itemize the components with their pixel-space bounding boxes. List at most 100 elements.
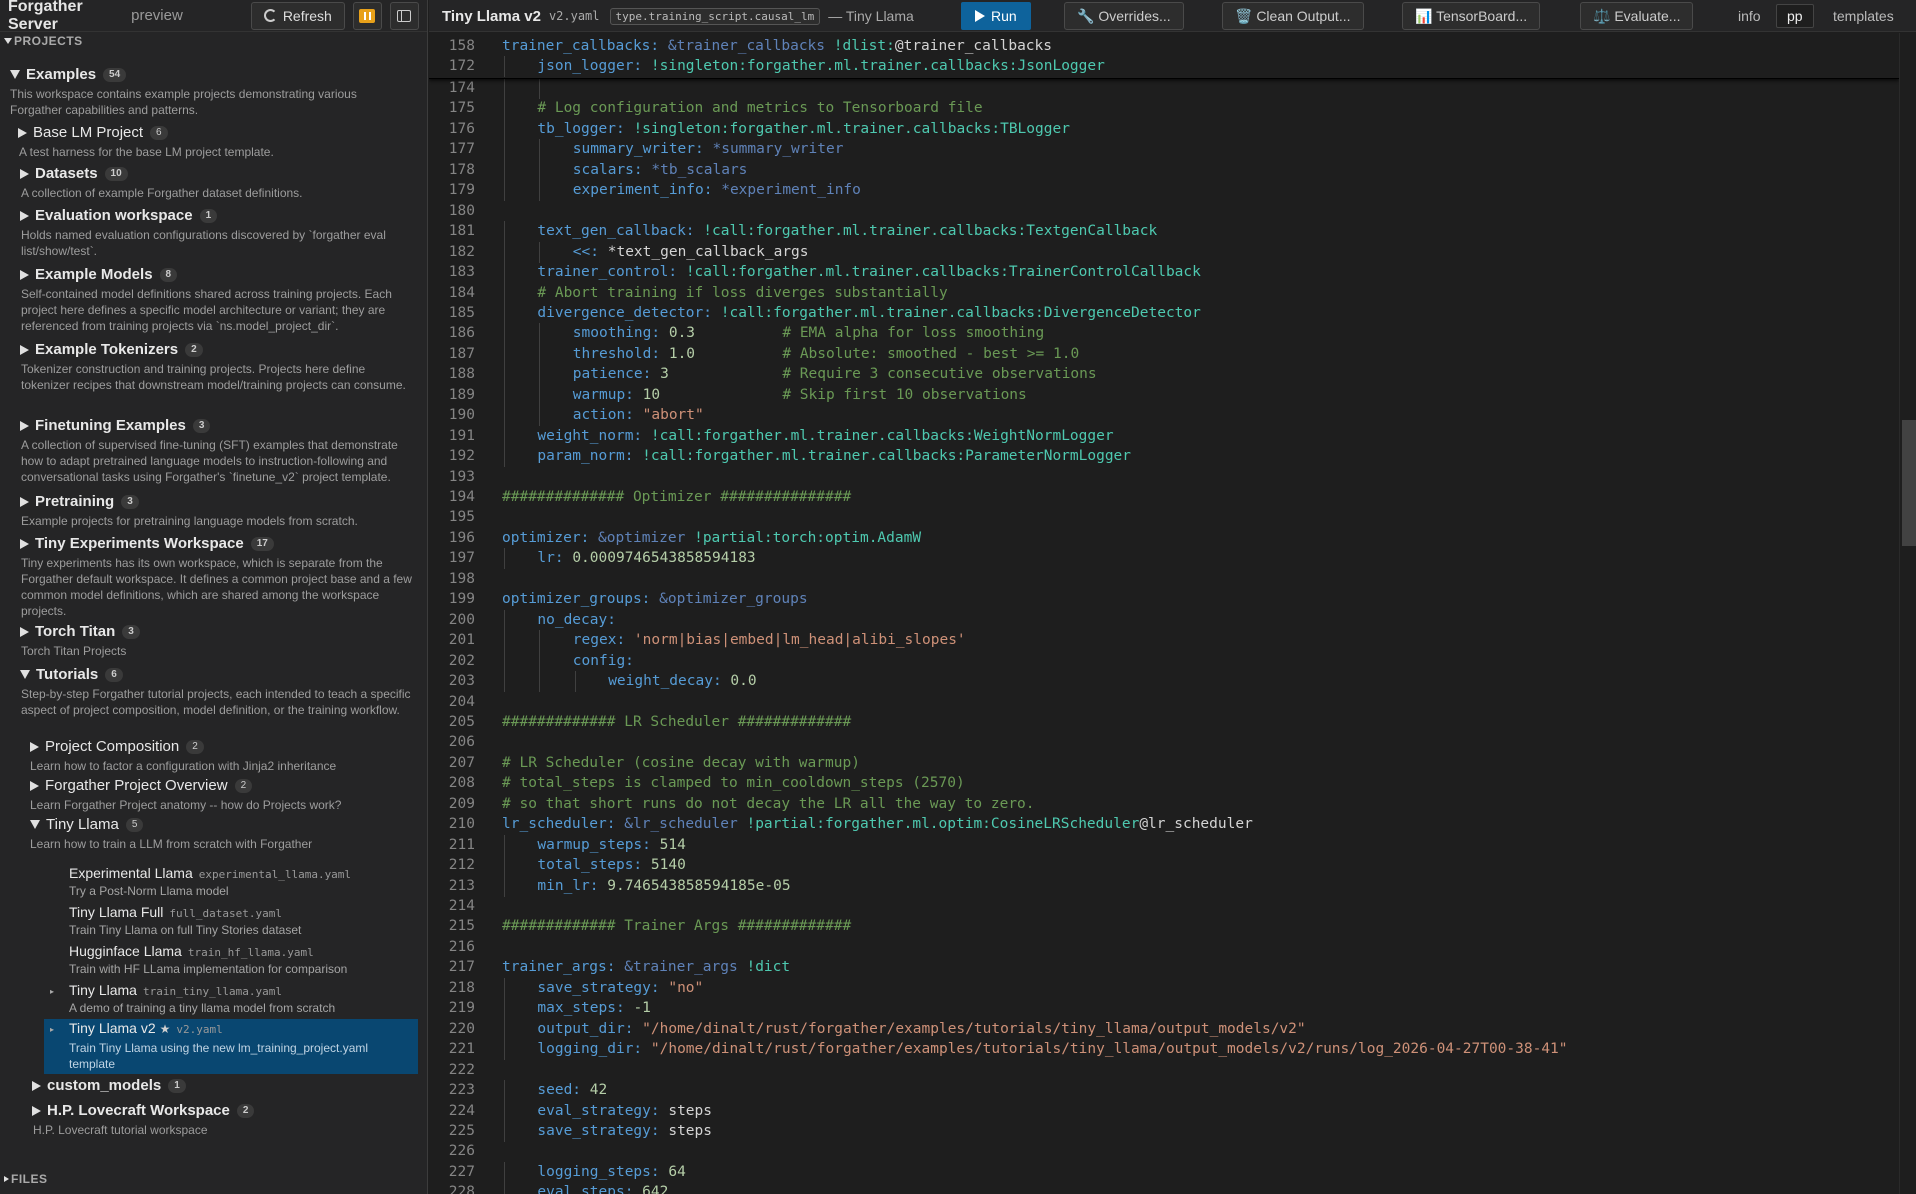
count-badge: 2	[185, 342, 203, 357]
tab-templates[interactable]: templates	[1833, 8, 1894, 24]
toggle-sidebar-button[interactable]	[389, 1, 419, 30]
code-token: &lr_scheduler	[624, 816, 738, 833]
code-editor[interactable]: 158 trainer_callbacks: &trainer_callbacks…	[429, 33, 1899, 1194]
code-token: *experiment_info	[721, 182, 861, 199]
code-text: logging_steps: 64	[537, 1162, 685, 1182]
expand-icon	[20, 538, 29, 549]
code-token: max_steps:	[537, 1000, 625, 1017]
code-text: action: "abort"	[573, 405, 704, 425]
evaluate-button[interactable]: ⚖️ Evaluate...	[1580, 2, 1694, 30]
code-token: warmup_steps:	[537, 836, 651, 853]
code-text: total_steps: 5140	[537, 855, 685, 875]
tab-pp-wrap: pp	[1776, 0, 1814, 32]
tab-info[interactable]: info	[1738, 8, 1761, 24]
line-number: 198	[448, 570, 475, 587]
code-token: steps	[659, 1122, 712, 1139]
line-number: 218	[448, 979, 475, 996]
overrides-button[interactable]: 🔧 Overrides...	[1064, 2, 1184, 30]
clean-output-button[interactable]: 🗑️ Clean Output...	[1222, 2, 1364, 30]
code-token: 0.3	[668, 325, 696, 342]
tree-node-datasets[interactable]: Datasets 10	[20, 165, 128, 182]
project-item-tiny-llama-v2[interactable]: Tiny Llama v2 ★ v2.yaml	[69, 1020, 223, 1038]
code-token: 64	[668, 1163, 686, 1180]
line-number: 176	[448, 120, 475, 137]
tree-node-example-tokenizers[interactable]: Example Tokenizers 2	[20, 341, 203, 358]
project-file: full_dataset.yaml	[169, 907, 282, 920]
indent-guide	[504, 364, 505, 386]
code-token: !call:forgather.ml.trainer.callbacks:Tra…	[685, 264, 1201, 281]
files-section-header[interactable]: FILES	[4, 1172, 48, 1186]
code-text: no_decay:	[537, 610, 616, 630]
code-text: trainer_args: &trainer_args !dict	[502, 957, 790, 977]
tab-pp[interactable]: pp	[1776, 4, 1814, 28]
node-label: Forgather Project Overview	[45, 777, 228, 794]
line-number: 199	[448, 591, 475, 608]
editor-scrollbar[interactable]	[1899, 33, 1916, 1194]
indent-guide	[504, 262, 505, 284]
pause-button[interactable]	[352, 1, 382, 30]
code-text: weight_decay: 0.0	[608, 671, 756, 691]
code-token: 0.0009746543858594183	[572, 550, 756, 567]
code-token: logging_dir:	[537, 1041, 643, 1058]
line-number: 172	[448, 58, 475, 75]
code-token: !singleton:forgather.ml.trainer.callback…	[633, 120, 1070, 137]
node-label: Torch Titan	[35, 623, 116, 640]
tree-node-custom-models[interactable]: custom_models 1	[32, 1077, 186, 1094]
project-item-hf-llama[interactable]: Hugginface Llama train_hf_llama.yaml	[69, 943, 314, 961]
line-number: 211	[448, 836, 475, 853]
tree-node-finetuning-examples[interactable]: Finetuning Examples 3	[20, 417, 211, 434]
tree-node-pretraining[interactable]: Pretraining 3	[20, 493, 139, 510]
tree-node-lovecraft[interactable]: H.P. Lovecraft Workspace 2	[32, 1102, 255, 1119]
tree-node-base-lm[interactable]: Base LM Project 6	[18, 124, 168, 141]
project-item-tiny-llama[interactable]: Tiny Llama train_tiny_llama.yaml	[69, 982, 282, 1000]
code-token: 0.0	[730, 673, 757, 690]
line-number: 202	[448, 652, 475, 669]
indent-guide	[504, 180, 505, 202]
line-number: 225	[448, 1122, 475, 1139]
code-token: &optimizer_groups	[659, 591, 808, 608]
star-icon[interactable]: ★	[160, 1022, 171, 1036]
indent-guide	[504, 650, 505, 672]
editor-scrollbar-thumb[interactable]	[1902, 420, 1916, 546]
code-text: warmup_steps: 514	[537, 835, 685, 855]
code-token: scalars:	[572, 161, 643, 178]
tree-node-torch-titan[interactable]: Torch Titan 3	[20, 623, 140, 640]
project-title: Hugginface Llama	[69, 943, 182, 959]
code-text: ############# Trainer Args #############	[502, 916, 851, 936]
project-item-experimental-llama[interactable]: Experimental Llama experimental_llama.yam…	[69, 865, 351, 883]
line-number: 178	[448, 161, 475, 178]
tree-node-example-models[interactable]: Example Models 8	[20, 266, 178, 283]
tree-node-project-overview[interactable]: Forgather Project Overview 2	[30, 777, 253, 794]
line-number: 179	[448, 182, 475, 199]
project-item-tiny-llama-full[interactable]: Tiny Llama Full full_dataset.yaml	[69, 904, 282, 922]
tree-node-examples[interactable]: Examples 54	[10, 66, 127, 83]
count-badge: 5	[125, 817, 144, 832]
indent-guide	[504, 630, 505, 652]
tree-node-project-composition[interactable]: Project Composition 2	[30, 738, 204, 755]
refresh-button[interactable]: Refresh	[250, 1, 345, 30]
node-label: Finetuning Examples	[35, 417, 186, 434]
tree-node-tiny-llama-folder[interactable]: Tiny Llama 5	[30, 816, 144, 833]
tree-node-evaluation-workspace[interactable]: Evaluation workspace 1	[20, 207, 218, 224]
tensorboard-button[interactable]: 📊 TensorBoard...	[1402, 2, 1541, 30]
tree-node-tiny-experiments[interactable]: Tiny Experiments Workspace 17	[20, 535, 274, 552]
indent-guide	[504, 159, 505, 181]
code-text: patience: 3 # Require 3 consecutive obse…	[573, 364, 1097, 384]
project-description: Train with HF LLama implementation for c…	[69, 962, 348, 976]
count-badge: 1	[199, 208, 218, 223]
projects-section-header[interactable]: PROJECTS	[0, 32, 83, 46]
tree-node-tutorials[interactable]: Tutorials 6	[20, 666, 123, 683]
count-badge: 8	[159, 267, 178, 282]
run-button[interactable]: Run	[961, 2, 1031, 30]
code-text: weight_norm: !call:forgather.ml.trainer.…	[537, 426, 1113, 446]
